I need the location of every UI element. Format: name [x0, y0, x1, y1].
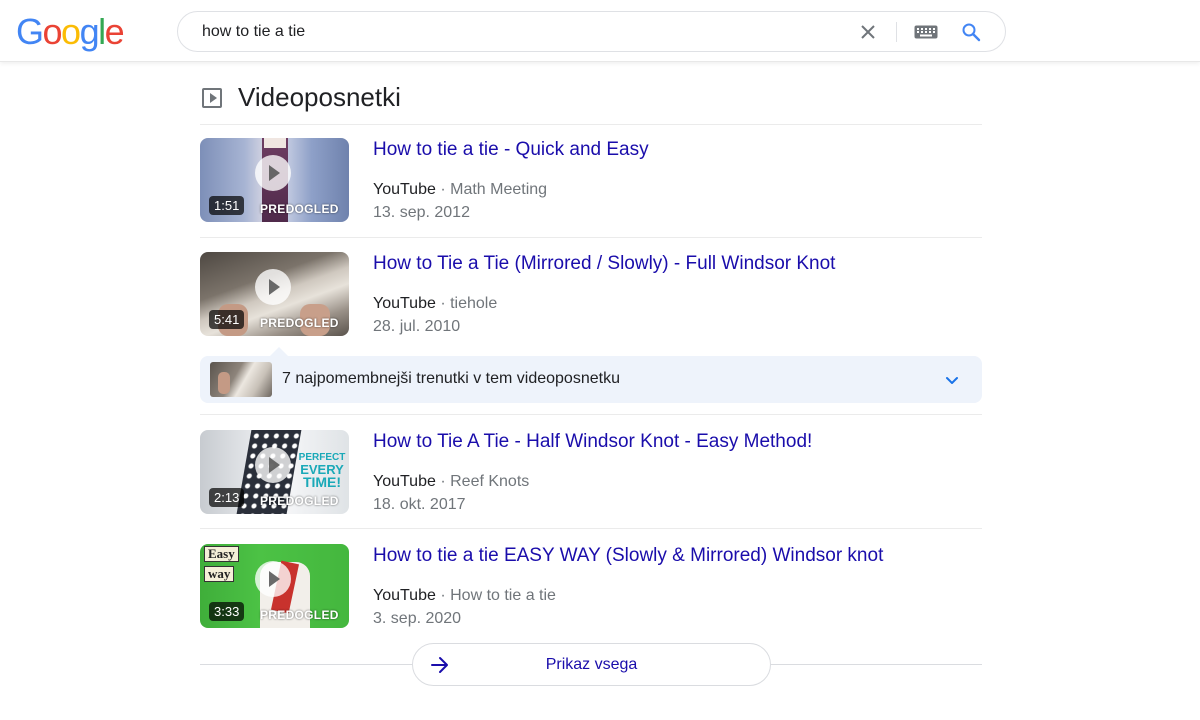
video-meta: YouTube · Math Meeting: [373, 180, 547, 200]
video-source: YouTube: [373, 181, 436, 198]
video-result: 5:41 PREDOGLED How to Tie a Tie (Mirrore…: [200, 252, 982, 352]
video-channel: Math Meeting: [450, 181, 548, 198]
video-date: 3. sep. 2020: [373, 610, 462, 627]
keyboard-icon: [914, 25, 938, 39]
video-duration: 5:41: [209, 310, 245, 329]
meta-separator: ·: [440, 587, 446, 604]
key-moments-thumbnail: [210, 362, 272, 397]
video-thumbnail[interactable]: 5:41 PREDOGLED: [200, 252, 349, 336]
divider: [200, 528, 982, 529]
preview-label: PREDOGLED: [260, 316, 339, 330]
video-date: 13. sep. 2012: [373, 204, 470, 221]
show-all-label: Prikaz vsega: [545, 656, 638, 673]
chevron-down-icon: [946, 377, 958, 384]
video-section-icon: [202, 88, 222, 108]
meta-separator: ·: [440, 181, 446, 198]
search-box: [177, 11, 1006, 52]
show-all-button[interactable]: Prikaz vsega: [412, 643, 771, 686]
logo-letter: g: [79, 11, 100, 52]
search-button[interactable]: [958, 20, 984, 44]
divider: [200, 664, 412, 665]
divider: [771, 664, 982, 665]
video-result: PERFECT EVERY TIME! 2:13 PREDOGLED How t…: [200, 430, 982, 530]
video-thumbnail[interactable]: Easy way 3:33 PREDOGLED: [200, 544, 349, 628]
video-date: 28. jul. 2010: [373, 318, 461, 335]
logo-letter: o: [61, 11, 81, 52]
video-channel: Reef Knots: [450, 473, 530, 490]
close-icon: [861, 25, 875, 39]
header-bar: Google: [0, 0, 1200, 62]
divider: [200, 414, 982, 415]
video-meta: YouTube · Reef Knots: [373, 472, 529, 492]
video-meta: YouTube · tiehole: [373, 294, 497, 314]
video-channel: How to tie a tie: [450, 587, 556, 604]
preview-label: PREDOGLED: [260, 608, 339, 622]
logo-letter: o: [42, 11, 63, 52]
key-moments-expander[interactable]: 7 najpomembnejši trenutki v tem videopos…: [200, 347, 982, 403]
video-date: 18. okt. 2017: [373, 496, 466, 513]
video-result: Easy way 3:33 PREDOGLED How to tie a tie…: [200, 544, 982, 644]
video-thumbnail[interactable]: 1:51 PREDOGLED: [200, 138, 349, 222]
clear-search-button[interactable]: [856, 20, 880, 44]
divider: [200, 237, 982, 238]
video-title-link[interactable]: How to tie a tie EASY WAY (Slowly & Mirr…: [373, 544, 883, 568]
search-icon: [962, 23, 981, 42]
video-duration: 1:51: [209, 196, 245, 215]
play-icon: [255, 269, 291, 305]
video-source: YouTube: [373, 587, 436, 604]
video-duration: 2:13: [209, 488, 245, 507]
play-icon: [255, 447, 291, 483]
video-source: YouTube: [373, 473, 436, 490]
video-title-link[interactable]: How to tie a tie - Quick and Easy: [373, 138, 649, 162]
thumbnail-text: Easy: [208, 546, 235, 561]
play-icon: [255, 561, 291, 597]
virtual-keyboard-button[interactable]: [911, 20, 941, 44]
google-logo[interactable]: Google: [16, 11, 125, 52]
meta-separator: ·: [440, 473, 446, 490]
searchbox-divider: [896, 22, 897, 42]
video-thumbnail[interactable]: PERFECT EVERY TIME! 2:13 PREDOGLED: [200, 430, 349, 514]
video-title-link[interactable]: How to Tie a Tie (Mirrored / Slowly) - F…: [373, 252, 835, 276]
logo-letter: G: [16, 11, 44, 52]
meta-separator: ·: [440, 295, 446, 312]
preview-label: PREDOGLED: [260, 202, 339, 216]
play-icon: [255, 155, 291, 191]
divider: [200, 124, 982, 125]
thumbnail-text: TIME!: [302, 474, 342, 490]
section-title: Videoposnetki: [238, 82, 401, 112]
videos-section-header: Videoposnetki: [200, 80, 982, 124]
video-duration: 3:33: [209, 602, 245, 621]
search-input[interactable]: [202, 12, 842, 51]
video-title-link[interactable]: How to Tie A Tie - Half Windsor Knot - E…: [373, 430, 812, 454]
logo-letter: e: [104, 11, 125, 52]
video-source: YouTube: [373, 295, 436, 312]
video-meta: YouTube · How to tie a tie: [373, 586, 556, 606]
preview-label: PREDOGLED: [260, 494, 339, 508]
thumbnail-text: way: [208, 566, 231, 581]
key-moments-label: 7 najpomembnejši trenutki v tem videopos…: [282, 370, 620, 387]
video-channel: tiehole: [450, 295, 498, 312]
video-result: 1:51 PREDOGLED How to tie a tie - Quick …: [200, 138, 982, 238]
